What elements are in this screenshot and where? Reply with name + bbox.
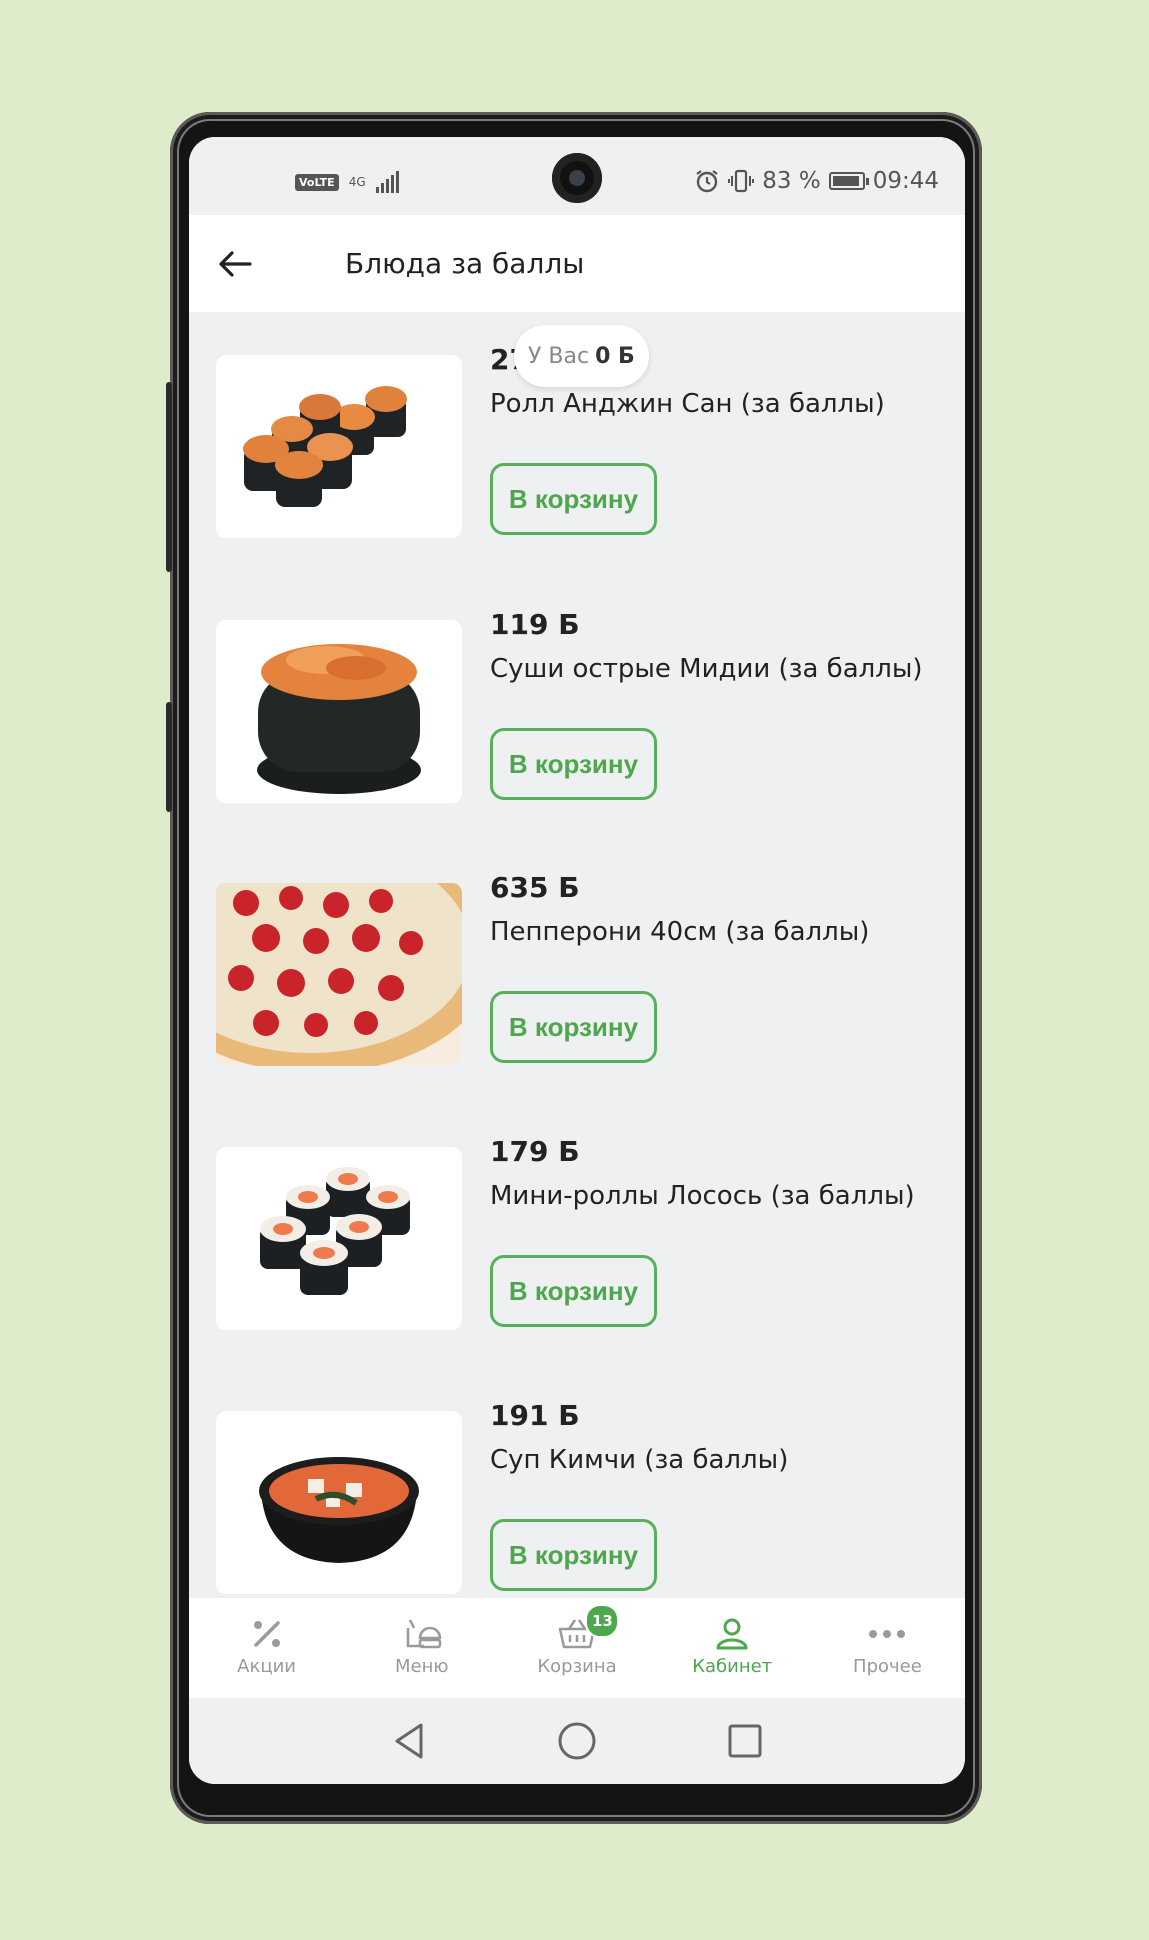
status-left: VoLTE 4G — [295, 171, 399, 193]
product-name: Пепперони 40см (за баллы) — [490, 917, 870, 947]
product-image[interactable] — [216, 1147, 462, 1330]
nav-recents-button[interactable] — [713, 1709, 777, 1773]
salmon-maki-image — [260, 1167, 410, 1295]
product-image[interactable] — [216, 883, 462, 1066]
percent-icon — [253, 1621, 280, 1647]
product-name: Суши острые Мидии (за баллы) — [490, 654, 923, 684]
battery-percent: 83 % — [762, 168, 821, 194]
product-image[interactable] — [216, 620, 462, 803]
signal-icon — [375, 171, 399, 193]
menu-food-icon — [406, 1619, 442, 1649]
product-name: Суп Кимчи (за баллы) — [490, 1445, 789, 1475]
volume-button — [166, 382, 172, 572]
status-right: 83 % 09:44 — [694, 168, 939, 194]
balance-label: У Вас — [528, 343, 590, 369]
triangle-back-icon — [395, 1723, 423, 1759]
clock: 09:44 — [872, 168, 939, 194]
product-item: 635 Б Пепперони 40см (за баллы) В корзин… — [216, 871, 938, 1068]
front-camera — [552, 153, 602, 203]
product-name: Ролл Анджин Сан (за баллы) — [490, 389, 885, 419]
balance-value: 0 Б — [595, 343, 635, 369]
more-icon — [869, 1630, 906, 1638]
phone-screen: VoLTE 4G 83 % 09:44 Блюда за баллы 27 Ро… — [189, 137, 965, 1784]
add-to-cart-button[interactable]: В корзину — [490, 728, 657, 800]
kimchi-soup-image — [259, 1457, 419, 1563]
nav-home-button[interactable] — [545, 1709, 609, 1773]
power-button — [166, 702, 172, 812]
square-recents-icon — [728, 1724, 762, 1758]
product-item: 179 Б Мини-роллы Лосось (за баллы) В кор… — [216, 1135, 938, 1332]
tab-cart[interactable]: Корзина 13 — [499, 1598, 654, 1698]
alarm-icon — [696, 170, 718, 193]
tab-label: Кабинет — [692, 1656, 773, 1677]
product-image[interactable] — [216, 355, 462, 538]
tab-label: Прочее — [853, 1656, 922, 1677]
page-title: Блюда за баллы — [345, 247, 585, 280]
tab-promotions[interactable]: Акции — [189, 1598, 344, 1698]
battery-icon — [828, 172, 869, 190]
tab-account[interactable]: Кабинет — [655, 1598, 810, 1698]
add-to-cart-button[interactable]: В корзину — [490, 991, 657, 1063]
product-image[interactable] — [216, 1411, 462, 1594]
network-type: 4G — [348, 175, 366, 189]
tab-label: Корзина — [537, 1656, 617, 1677]
product-item: 119 Б Суши острые Мидии (за баллы) В кор… — [216, 608, 938, 805]
product-price: 179 Б — [490, 1135, 580, 1168]
pepperoni-pizza-image — [216, 883, 462, 1066]
product-price: 191 Б — [490, 1399, 580, 1432]
bottom-tab-bar: Акции Меню Корзина 13 Кабинет Прочее — [189, 1598, 965, 1698]
product-item: 191 Б Суп Кимчи (за баллы) В корзину — [216, 1399, 938, 1596]
user-icon — [716, 1618, 748, 1650]
product-list[interactable]: 27 Ролл Анджин Сан (за баллы) В корзину … — [189, 312, 965, 1598]
volte-indicator: VoLTE — [295, 173, 339, 191]
add-to-cart-button[interactable]: В корзину — [490, 463, 657, 535]
points-balance-chip: У Вас 0 Б — [514, 325, 649, 387]
tab-more[interactable]: Прочее — [810, 1598, 965, 1698]
add-to-cart-button[interactable]: В корзину — [490, 1255, 657, 1327]
tab-menu[interactable]: Меню — [344, 1598, 499, 1698]
back-button[interactable] — [217, 244, 287, 284]
arrow-left-icon — [219, 250, 252, 277]
vibrate-icon — [728, 169, 755, 193]
gunkan-sushi-image — [257, 644, 421, 794]
sushi-rolls-image — [243, 386, 407, 507]
tab-label: Акции — [237, 1656, 297, 1677]
system-navigation-bar — [189, 1698, 965, 1784]
product-price: 635 Б — [490, 871, 580, 904]
product-name: Мини-роллы Лосось (за баллы) — [490, 1181, 915, 1211]
nav-back-button[interactable] — [377, 1709, 441, 1773]
status-bar: VoLTE 4G 83 % 09:44 — [189, 137, 965, 215]
tab-label: Меню — [395, 1656, 449, 1677]
add-to-cart-button[interactable]: В корзину — [490, 1519, 657, 1591]
app-bar: Блюда за баллы — [189, 215, 965, 312]
cart-count-badge: 13 — [585, 1604, 620, 1638]
circle-home-icon — [558, 1722, 596, 1760]
product-price: 119 Б — [490, 608, 580, 641]
